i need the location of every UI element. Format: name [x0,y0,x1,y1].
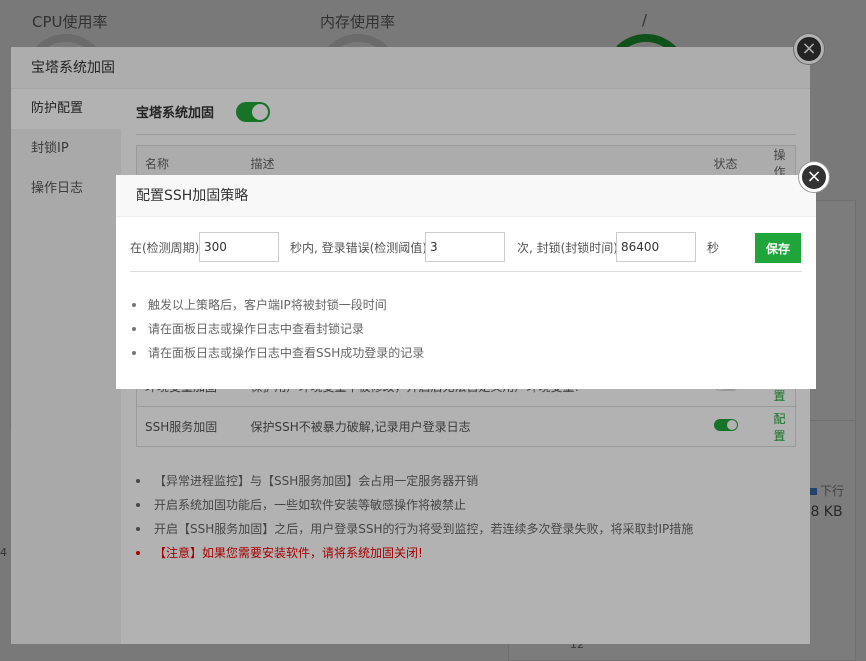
ban-time-input[interactable] [616,232,696,262]
tip-item: 触发以上策略后，客户端IP将被封锁一段时间 [130,293,424,317]
period-input[interactable] [199,232,279,262]
seconds-unit: 秒 [707,241,720,255]
save-button[interactable]: 保存 [755,233,801,263]
tip-item: 请在面板日志或操作日志中查看封锁记录 [130,317,424,341]
errors-input[interactable] [425,232,505,262]
close-icon[interactable]: × [799,162,829,192]
period-label: 在(检测周期) [130,241,200,255]
errors-label: 秒内, 登录错误(检测阈值) [290,241,427,255]
ssh-policy-form: 在(检测周期) 秒内, 登录错误(检测阈值) 次, 封锁(封锁时间) 秒 保存 [130,232,802,272]
ssh-tips: 触发以上策略后，客户端IP将被封锁一段时间 请在面板日志或操作日志中查看封锁记录… [130,293,424,365]
ssh-dialog-title: 配置SSH加固策略 [116,175,816,217]
tip-item: 请在面板日志或操作日志中查看SSH成功登录的记录 [130,341,424,365]
ban-label: 次, 封锁(封锁时间) [517,241,618,255]
ssh-policy-dialog: 配置SSH加固策略 在(检测周期) 秒内, 登录错误(检测阈值) 次, 封锁(封… [116,175,816,389]
